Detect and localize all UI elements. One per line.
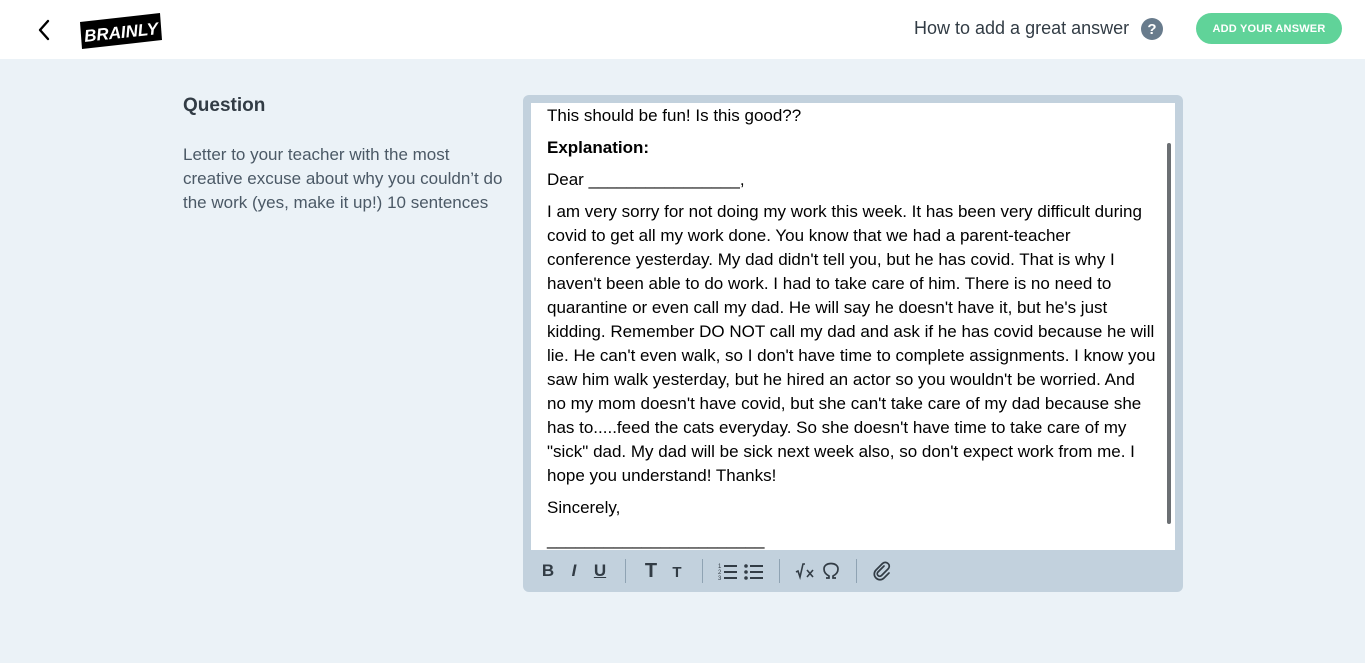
heading-small-icon[interactable]: T	[664, 558, 690, 584]
toolbar-divider	[702, 559, 703, 583]
editor-scrollbar[interactable]	[1167, 143, 1171, 524]
question-text: Letter to your teacher with the most cre…	[183, 145, 503, 212]
bullet-list-icon[interactable]	[741, 558, 767, 584]
italic-icon[interactable]: I	[561, 558, 587, 584]
toolbar-divider	[779, 559, 780, 583]
back-button[interactable]	[30, 16, 58, 44]
toolbar-divider	[625, 559, 626, 583]
letter-body: I am very sorry for not doing my work th…	[547, 202, 1156, 485]
formatting-toolbar: B I U T T 1 2 3	[531, 552, 1175, 590]
help-link[interactable]: How to add a great answer	[914, 18, 1129, 39]
attachment-icon[interactable]	[869, 558, 895, 584]
answer-content[interactable]: This should be fun! Is this good?? Expla…	[547, 103, 1157, 550]
salutation: Dear ________________,	[547, 170, 745, 189]
answer-text-area[interactable]: This should be fun! Is this good?? Expla…	[531, 103, 1175, 550]
top-bar: BRAINLY How to add a great answer ? ADD …	[0, 0, 1365, 59]
special-characters-icon[interactable]	[818, 558, 844, 584]
toolbar-divider	[856, 559, 857, 583]
brainly-logo[interactable]: BRAINLY	[80, 13, 162, 49]
answer-intro: This should be fun! Is this good??	[547, 106, 802, 125]
answer-editor: This should be fun! Is this good?? Expla…	[523, 95, 1183, 592]
svg-text:3: 3	[718, 576, 722, 580]
add-answer-button[interactable]: ADD YOUR ANSWER	[1196, 13, 1342, 44]
underline-icon[interactable]: U	[587, 558, 613, 584]
equation-icon[interactable]	[792, 558, 818, 584]
question-circle-icon[interactable]: ?	[1141, 18, 1163, 40]
question-heading: Question	[183, 95, 266, 116]
bold-icon[interactable]: B	[535, 558, 561, 584]
heading-large-icon[interactable]: T	[638, 558, 664, 584]
explanation-label: Explanation:	[547, 138, 650, 157]
signature-line: _______________________	[547, 530, 765, 549]
closing: Sincerely,	[547, 498, 621, 517]
chevron-left-icon	[38, 19, 50, 41]
ordered-list-icon[interactable]: 1 2 3	[715, 558, 741, 584]
